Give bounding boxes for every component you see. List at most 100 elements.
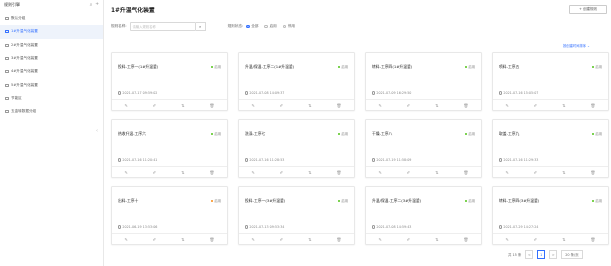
page-size-select[interactable]: 20 条/页 [561, 250, 583, 259]
clock-icon [118, 225, 122, 229]
sidebar-item[interactable]: 默认分组 [0, 12, 103, 25]
edit-icon[interactable]: ✎ [251, 103, 254, 108]
toggle-icon[interactable]: ⇅ [181, 170, 184, 175]
status-text: 启用 [595, 132, 602, 136]
toggle-icon[interactable]: ⇅ [435, 103, 438, 108]
rule-card[interactable]: 投料-工序一(1#升温釜) 启用 2021-07-17 09:59:02 ✎ ✐ ⇅ 🗑 [111, 52, 228, 111]
config-icon[interactable]: ✐ [153, 170, 156, 175]
delete-icon[interactable]: 🗑 [463, 237, 468, 242]
card-actions: ✎ ✐ ⇅ 🗑 [239, 233, 354, 244]
rule-card[interactable]: 转料-工序四(3#升温釜) 启用 2021-07-29 14:27:24 ✎ ✐ ⇅ 🗑 [492, 186, 609, 245]
delete-icon[interactable]: 🗑 [590, 170, 595, 175]
config-icon[interactable]: ✐ [280, 237, 283, 242]
clock-icon [372, 158, 376, 162]
delete-icon[interactable]: 🗑 [336, 170, 341, 175]
edit-icon[interactable]: ✎ [124, 103, 127, 108]
status-radio[interactable]: 全部 [246, 24, 258, 29]
delete-icon[interactable]: 🗑 [463, 103, 468, 108]
status-dot-icon [465, 199, 468, 202]
delete-icon[interactable]: 🗑 [336, 237, 341, 242]
config-icon[interactable]: ✐ [280, 170, 283, 175]
rule-card[interactable]: 干燥-工序八 启用 2021-07-19 11:58:09 ✎ ✐ ⇅ 🗑 [365, 119, 482, 178]
sidebar-item-label: 默认分组 [11, 16, 26, 21]
toggle-icon[interactable]: ⇅ [562, 237, 565, 242]
rule-card[interactable]: 升温/保温-工序二(3#升温釜) 启用 2021-07-08 14:59:43 ✎ ✐ ⇅… [365, 186, 482, 245]
edit-icon[interactable]: ✎ [251, 170, 254, 175]
edit-icon[interactable]: ✎ [505, 103, 508, 108]
toggle-icon[interactable]: ⇅ [562, 103, 565, 108]
delete-icon[interactable]: 🗑 [209, 237, 214, 242]
sort-dropdown[interactable]: 按创建时间排序 ⌄ [563, 43, 590, 48]
folder-icon [5, 96, 9, 100]
edit-icon[interactable]: ✎ [124, 237, 127, 242]
status-radio[interactable]: 停用 [282, 24, 295, 29]
clock-icon [118, 158, 122, 162]
rule-card[interactable]: 取盖-工序九 启用 2021-07-16 11:29:33 ✎ ✐ ⇅ 🗑 [492, 119, 609, 178]
search-button[interactable]: ⌕ [195, 22, 206, 31]
clock-icon [499, 91, 503, 95]
toggle-icon[interactable]: ⇅ [308, 237, 311, 242]
edit-icon[interactable]: ✎ [378, 103, 381, 108]
config-icon[interactable]: ✐ [534, 170, 537, 175]
config-icon[interactable]: ✐ [534, 103, 537, 108]
status-text: 启用 [595, 199, 602, 203]
delete-icon[interactable]: 🗑 [463, 170, 468, 175]
created-time-text: 2021-07-16 11:29:33 [503, 158, 539, 162]
config-icon[interactable]: ✐ [407, 103, 410, 108]
edit-icon[interactable]: ✎ [378, 237, 381, 242]
add-icon[interactable]: + [95, 2, 99, 8]
toggle-icon[interactable]: ⇅ [181, 237, 184, 242]
edit-icon[interactable]: ✎ [505, 170, 508, 175]
rule-name-input[interactable]: 请输入规则名称 [129, 22, 196, 31]
toggle-icon[interactable]: ⇅ [435, 170, 438, 175]
sidebar-item[interactable]: 五金转数据分组 [0, 105, 103, 118]
rule-name: 洗涤-工序七 [245, 131, 266, 136]
sidebar-item[interactable]: 2#升温气化装置 [0, 39, 103, 52]
edit-icon[interactable]: ✎ [505, 237, 508, 242]
edit-icon[interactable]: ✎ [251, 237, 254, 242]
sidebar-item[interactable]: 5#升温气化装置 [0, 78, 103, 91]
config-icon[interactable]: ✐ [280, 103, 283, 108]
next-page-button[interactable]: > [549, 250, 558, 259]
status-badge: 启用 [465, 131, 475, 136]
page-1-button[interactable]: 1 [537, 250, 546, 259]
toggle-icon[interactable]: ⇅ [562, 170, 565, 175]
status-radio[interactable]: 启用 [264, 24, 277, 29]
delete-icon[interactable]: 🗑 [336, 103, 341, 108]
rule-card[interactable]: 转料-工序四(1#升温釜) 启用 2021-07-09 16:29:50 ✎ ✐ ⇅ 🗑 [365, 52, 482, 111]
rule-card[interactable]: 洗涤-工序七 启用 2021-07-16 11:28:53 ✎ ✐ ⇅ 🗑 [238, 119, 355, 178]
toggle-icon[interactable]: ⇅ [308, 103, 311, 108]
status-text: 启用 [595, 65, 602, 69]
collapse-icon[interactable]: ‹ [96, 128, 98, 134]
edit-icon[interactable]: ✎ [124, 170, 127, 175]
prev-page-button[interactable]: < [525, 250, 534, 259]
sidebar-item[interactable]: 节能区 [0, 92, 103, 105]
rule-card[interactable]: 投料-工序一(3#升温釜) 启用 2021-07-13 09:53:34 ✎ ✐ ⇅ 🗑 [238, 186, 355, 245]
status-text: 启用 [468, 199, 475, 203]
config-icon[interactable]: ✐ [534, 237, 537, 242]
rule-card[interactable]: 升温/保温-工序二(1#升温釜) 启用 2021-07-08 14:09:37 ✎ ✐ ⇅… [238, 52, 355, 111]
rule-card[interactable]: 喷料-工序五 启用 2021-07-16 15:05:07 ✎ ✐ ⇅ 🗑 [492, 52, 609, 111]
sidebar-item[interactable]: 3#升温气化装置 [0, 52, 103, 65]
config-icon[interactable]: ✐ [153, 237, 156, 242]
clock-icon [372, 91, 376, 95]
delete-icon[interactable]: 🗑 [590, 103, 595, 108]
status-badge: 启用 [211, 131, 221, 136]
config-icon[interactable]: ✐ [407, 237, 410, 242]
delete-icon[interactable]: 🗑 [209, 103, 214, 108]
status-badge: 启用 [338, 131, 348, 136]
sidebar-item[interactable]: 1#升温气化装置 [0, 25, 103, 39]
rule-card[interactable]: 出料-工序十 启用 2021-06-19 13:53:06 ✎ ✐ ⇅ 🗑 [111, 186, 228, 245]
edit-icon[interactable]: ✎ [378, 170, 381, 175]
rule-card[interactable]: 热收升温-工序六 启用 2021-07-16 11:20:41 ✎ ✐ ⇅ 🗑 [111, 119, 228, 178]
delete-icon[interactable]: 🗑 [209, 170, 214, 175]
config-icon[interactable]: ✐ [407, 170, 410, 175]
toggle-icon[interactable]: ⇅ [181, 103, 184, 108]
create-rule-button[interactable]: + 创建规则 [569, 5, 607, 14]
delete-icon[interactable]: 🗑 [590, 237, 595, 242]
toggle-icon[interactable]: ⇅ [308, 170, 311, 175]
sidebar-item[interactable]: 4#升温气化装置 [0, 65, 103, 78]
config-icon[interactable]: ✐ [153, 103, 156, 108]
toggle-icon[interactable]: ⇅ [435, 237, 438, 242]
search-icon[interactable]: ⌕ [90, 2, 93, 8]
